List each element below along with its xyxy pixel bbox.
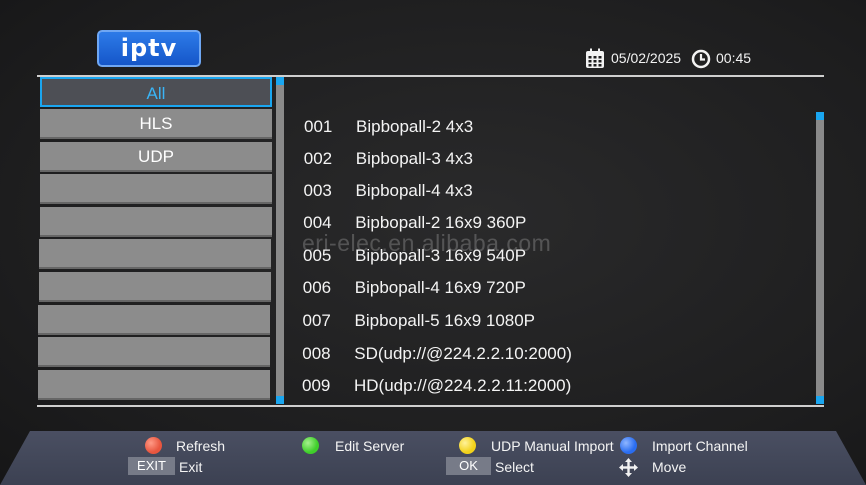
scrollbar-bottom-cap bbox=[276, 396, 284, 404]
channel-name: Bipbopall-3 4x3 bbox=[355, 149, 473, 168]
channel-number: 006 bbox=[302, 278, 332, 297]
channel-name: Bipbopall-4 16x9 720P bbox=[354, 278, 526, 297]
category-item[interactable]: All bbox=[40, 77, 272, 107]
category-item[interactable]: HLS bbox=[40, 109, 272, 139]
scrollbar-bottom-cap bbox=[816, 396, 824, 404]
import-channel-label[interactable]: Import Channel bbox=[652, 438, 748, 454]
category-item[interactable] bbox=[38, 337, 270, 367]
category-scrollbar[interactable] bbox=[276, 77, 284, 404]
category-item[interactable] bbox=[39, 207, 272, 237]
channel-number: 001 bbox=[304, 117, 333, 136]
channel-name: Bipbopall-4 4x3 bbox=[355, 181, 473, 200]
category-item[interactable] bbox=[37, 370, 270, 400]
category-item[interactable] bbox=[38, 305, 271, 335]
category-item[interactable] bbox=[40, 174, 272, 204]
iptv-logo: iptv bbox=[97, 30, 201, 67]
iptv-screen: iptv 05/02/2025 00:45 All HLS UDP 001 Bipbo… bbox=[0, 0, 866, 485]
yellow-button-icon bbox=[459, 437, 476, 454]
category-item[interactable]: UDP bbox=[40, 142, 272, 172]
channel-name: Bipbopall-2 4x3 bbox=[356, 117, 474, 136]
channel-name: Bipbopall-5 16x9 1080P bbox=[354, 311, 536, 330]
edit-server-label[interactable]: Edit Server bbox=[335, 438, 404, 454]
calendar-icon bbox=[586, 48, 604, 68]
ok-key[interactable]: OK bbox=[446, 457, 491, 475]
channel-number: 008 bbox=[302, 344, 331, 363]
green-button-icon bbox=[302, 437, 319, 454]
scrollbar-top-cap bbox=[276, 77, 284, 85]
category-item[interactable] bbox=[39, 239, 272, 269]
channel-number: 007 bbox=[302, 311, 331, 330]
refresh-label[interactable]: Refresh bbox=[176, 438, 225, 454]
scrollbar-top-cap bbox=[816, 112, 824, 120]
channel-scrollbar[interactable] bbox=[816, 112, 824, 404]
bottom-divider bbox=[37, 405, 824, 407]
red-button-icon bbox=[145, 437, 162, 454]
channel-name: SD(udp://@224.2.2.10:2000) bbox=[354, 344, 572, 363]
udp-manual-import-label[interactable]: UDP Manual Import bbox=[491, 438, 614, 454]
time-display: 00:45 bbox=[716, 50, 752, 66]
channel-number: 003 bbox=[303, 181, 332, 200]
select-label: Select bbox=[495, 459, 534, 475]
blue-button-icon bbox=[620, 437, 637, 454]
channel-name: HD(udp://@224.2.2.11:2000) bbox=[354, 376, 572, 395]
exit-label: Exit bbox=[179, 459, 203, 475]
date-display: 05/02/2025 bbox=[611, 50, 682, 66]
category-item[interactable] bbox=[38, 272, 271, 302]
clock-icon bbox=[691, 49, 711, 69]
watermark: eri-elec.en.alibaba.com bbox=[302, 230, 552, 256]
channel-number: 002 bbox=[303, 149, 333, 168]
exit-key[interactable]: EXIT bbox=[128, 457, 175, 475]
move-label: Move bbox=[652, 459, 687, 475]
move-arrows-icon bbox=[619, 458, 638, 477]
channel-number: 009 bbox=[302, 376, 331, 395]
